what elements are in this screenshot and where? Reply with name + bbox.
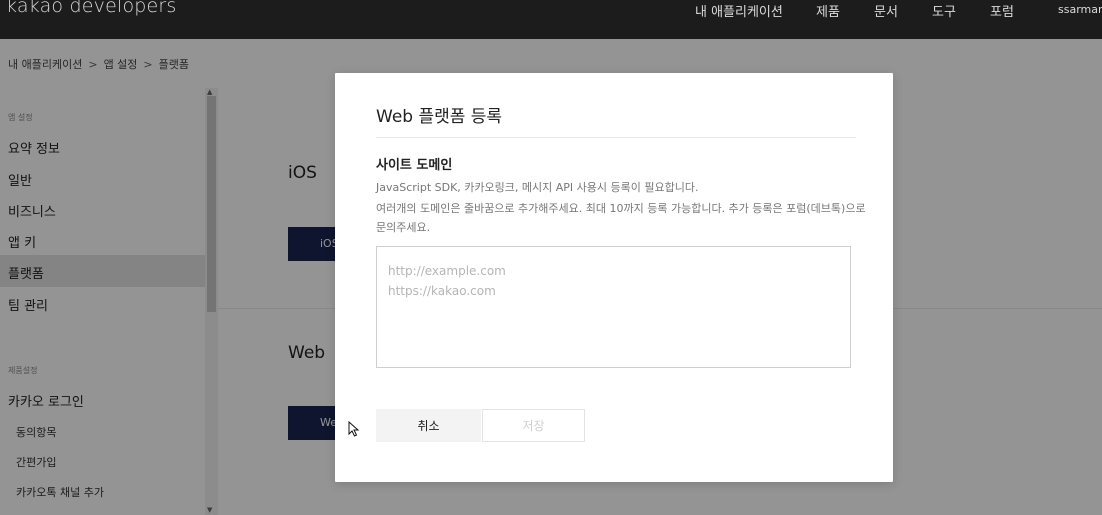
- nav-forum[interactable]: 포럼: [990, 1, 1014, 20]
- web-platform-modal: Web 플랫폼 등록 사이트 도메인 JavaScript SDK, 카카오링크…: [335, 73, 893, 482]
- site-domain-help-2: 여러개의 도메인은 줄바꿈으로 추가해주세요. 최대 10까지 등록 가능합니다…: [376, 202, 866, 234]
- nav-docs[interactable]: 문서: [874, 1, 898, 20]
- nav-products[interactable]: 제품: [816, 1, 840, 20]
- nav-tools[interactable]: 도구: [932, 1, 956, 20]
- kakao-developers-logo[interactable]: kakao developers: [6, 0, 177, 17]
- cancel-button[interactable]: 취소: [376, 409, 481, 442]
- user-account[interactable]: ssarmang: [1058, 3, 1102, 16]
- top-navigation: kakao developers 내 애플리케이션 제품 문서 도구 포럼 ss…: [0, 0, 1102, 39]
- modal-title: Web 플랫폼 등록: [376, 107, 503, 127]
- nav-my-applications[interactable]: 내 애플리케이션: [695, 1, 783, 20]
- modal-divider: [376, 137, 856, 138]
- save-button[interactable]: 저장: [482, 409, 585, 442]
- mouse-cursor-icon: [348, 421, 360, 437]
- site-domain-input[interactable]: [376, 246, 851, 368]
- site-domain-label: 사이트 도메인: [376, 158, 453, 173]
- site-domain-help-1: JavaScript SDK, 카카오링크, 메시지 API 사용시 등록이 필…: [376, 181, 699, 194]
